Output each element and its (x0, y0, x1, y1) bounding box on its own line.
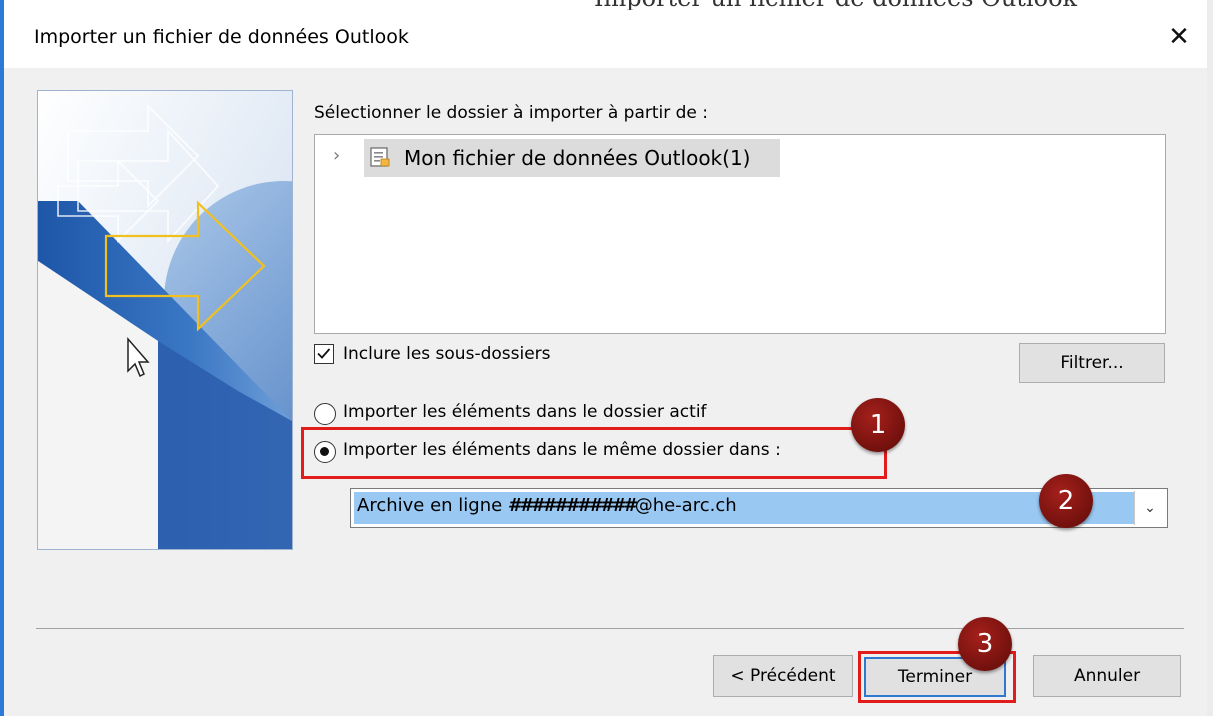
close-icon: ✕ (1168, 22, 1190, 52)
import-arrows-illustration (38, 91, 292, 549)
checkmark-icon (317, 348, 331, 359)
annotation-badge-1: 1 (851, 398, 905, 452)
footer-separator (36, 628, 1184, 629)
redacted-account: ########### (507, 495, 636, 516)
cancel-button[interactable]: Annuler (1033, 655, 1181, 697)
close-button[interactable]: ✕ (1162, 20, 1196, 54)
wizard-illustration (37, 90, 293, 550)
background-window-text: Importer un fichier de données Outlook (594, 0, 1077, 10)
background-window-strip: Importer un fichier de données Outlook (4, 0, 1207, 10)
previous-button[interactable]: < Précédent (713, 655, 853, 697)
annotation-badge-2: 2 (1039, 474, 1093, 528)
filter-button[interactable]: Filtrer... (1019, 343, 1165, 383)
radio-import-active-folder-label: Importer les éléments dans le dossier ac… (343, 402, 707, 422)
chevron-down-icon[interactable]: ⌄ (1134, 491, 1165, 525)
annotation-highlight-1 (301, 427, 887, 479)
include-subfolders-checkbox[interactable] (314, 344, 334, 364)
tree-expand-icon[interactable]: › (333, 145, 340, 166)
outlook-data-file-icon (370, 147, 390, 167)
radio-import-active-folder[interactable] (314, 403, 336, 425)
folder-select-label: Sélectionner le dossier à importer à par… (314, 103, 709, 123)
annotation-badge-3: 3 (958, 617, 1012, 671)
tree-item-outlook-data-file[interactable]: Mon fichier de données Outlook(1) (364, 139, 780, 177)
include-subfolders-label: Inclure les sous-dossiers (343, 344, 551, 364)
dialog-title: Importer un fichier de données Outlook (34, 26, 409, 48)
window-frame-right (1207, 0, 1213, 716)
tree-item-label: Mon fichier de données Outlook(1) (404, 146, 751, 170)
dropdown-value: Archive en ligne ###########@he-arc.ch (357, 495, 737, 516)
